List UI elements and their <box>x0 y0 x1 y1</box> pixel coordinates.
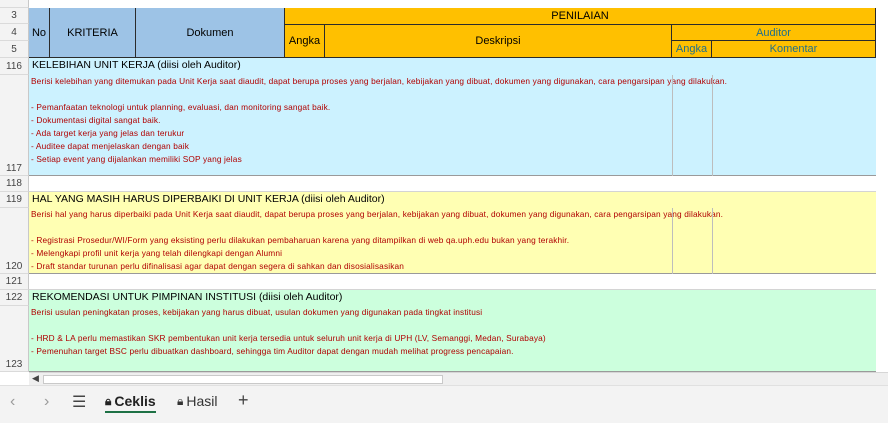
column-divider <box>712 208 713 274</box>
perbaikan-line: Berisi hal yang harus diperbaiki pada Un… <box>31 209 724 219</box>
kelebihan-line: - Pemanfaatan teknologi untuk planning, … <box>31 102 331 112</box>
column-divider <box>712 75 713 176</box>
row-header-123[interactable]: 123 <box>0 306 29 372</box>
previous-sheet-icon[interactable]: ‹ <box>10 393 15 411</box>
add-sheet-icon[interactable]: + <box>238 390 249 411</box>
header-komentar[interactable]: Komentar <box>712 41 876 58</box>
header-dokumen[interactable]: Dokumen <box>136 8 285 58</box>
scroll-left-icon[interactable]: ◀ <box>32 373 39 384</box>
next-sheet-icon[interactable]: › <box>44 393 49 411</box>
kelebihan-line: - Setiap event yang dijalankan memiliki … <box>31 154 242 164</box>
all-sheets-menu-icon[interactable]: ☰ <box>72 392 86 412</box>
header-penilaian[interactable]: PENILAIAN <box>285 8 876 25</box>
kelebihan-line: - Dokumentasi digital sangat baik. <box>31 115 161 125</box>
header-deskripsi[interactable]: Deskripsi <box>325 25 672 58</box>
tab-ceklis-label: Ceklis <box>114 393 156 409</box>
perbaikan-line <box>31 221 723 234</box>
row-header-121[interactable]: 121 <box>0 274 29 290</box>
column-divider <box>672 75 673 176</box>
rekomendasi-text[interactable]: Berisi usulan peningkatan proses, kebija… <box>31 306 546 358</box>
perbaikan-line: - Melengkapi profil unit kerja yang tela… <box>31 248 283 258</box>
header-no[interactable]: No <box>29 8 50 58</box>
kelebihan-text[interactable]: Berisi kelebihan yang ditemukan pada Uni… <box>31 75 727 166</box>
perbaikan-section[interactable]: HAL YANG MASIH HARUS DIPERBAIKI DI UNIT … <box>29 192 876 274</box>
header-angka[interactable]: Angka <box>285 25 325 58</box>
spreadsheet-grid[interactable]: 3 4 5 116 117 118 119 120 121 122 123 No… <box>0 0 888 372</box>
lock-icon: 🔒︎ <box>177 393 184 408</box>
row-header-3[interactable]: 3 <box>0 8 29 24</box>
kelebihan-line: - Ada target kerja yang jelas dan teruku… <box>31 128 185 138</box>
kelebihan-line: Berisi kelebihan yang ditemukan pada Uni… <box>31 76 728 86</box>
kelebihan-line: - Auditee dapat menjelaskan dengan baik <box>31 141 190 151</box>
kelebihan-title: KELEBIHAN UNIT KERJA (diisi oleh Auditor… <box>32 59 241 71</box>
perbaikan-line: - Registrasi Prosedur/WI/Form yang eksis… <box>31 235 570 245</box>
rekomendasi-line <box>31 319 546 332</box>
row-header-122[interactable]: 122 <box>0 290 29 306</box>
perbaikan-title: HAL YANG MASIH HARUS DIPERBAIKI DI UNIT … <box>32 193 385 205</box>
empty-row-118[interactable] <box>29 176 876 192</box>
row-header-120[interactable]: 120 <box>0 208 29 274</box>
scrollbar-thumb[interactable] <box>43 375 443 384</box>
tab-ceklis[interactable]: 🔒︎ Ceklis <box>105 386 156 416</box>
row-header-117[interactable]: 117 <box>0 75 29 176</box>
row-header-partial <box>0 0 29 8</box>
header-kriteria[interactable]: KRITERIA <box>50 8 136 58</box>
header-auditor-angka[interactable]: Angka <box>672 41 712 58</box>
horizontal-scrollbar[interactable]: ◀ <box>29 372 888 385</box>
kelebihan-section[interactable]: KELEBIHAN UNIT KERJA (diisi oleh Auditor… <box>29 58 876 176</box>
perbaikan-text[interactable]: Berisi hal yang harus diperbaiki pada Un… <box>31 208 723 273</box>
row-header-119[interactable]: 119 <box>0 192 29 208</box>
row-header-4[interactable]: 4 <box>0 24 29 41</box>
empty-row-121[interactable] <box>29 274 876 290</box>
rekomendasi-line: Berisi usulan peningkatan proses, kebija… <box>31 307 483 317</box>
row-header-5[interactable]: 5 <box>0 41 29 58</box>
row-header-116[interactable]: 116 <box>0 58 29 75</box>
tab-hasil[interactable]: 🔒︎ Hasil <box>177 386 218 416</box>
rekomendasi-section[interactable]: REKOMENDASI UNTUK PIMPINAN INSTITUSI (di… <box>29 290 876 372</box>
rekomendasi-line: - Pemenuhan target BSC perlu dibuatkan d… <box>31 346 514 356</box>
tab-hasil-label: Hasil <box>186 393 218 409</box>
perbaikan-line: - Draft standar turunan perlu difinalisa… <box>31 261 405 271</box>
kelebihan-line <box>31 88 727 101</box>
lock-icon: 🔒︎ <box>105 393 112 408</box>
row-header-118[interactable]: 118 <box>0 176 29 192</box>
header-auditor[interactable]: Auditor <box>672 25 876 41</box>
rekomendasi-line: - HRD & LA perlu memastikan SKR pembentu… <box>31 333 546 343</box>
sheet-tab-bar: ‹ › ☰ 🔒︎ Ceklis 🔒︎ Hasil + <box>0 385 888 423</box>
column-divider <box>672 208 673 274</box>
rekomendasi-title: REKOMENDASI UNTUK PIMPINAN INSTITUSI (di… <box>32 291 343 303</box>
